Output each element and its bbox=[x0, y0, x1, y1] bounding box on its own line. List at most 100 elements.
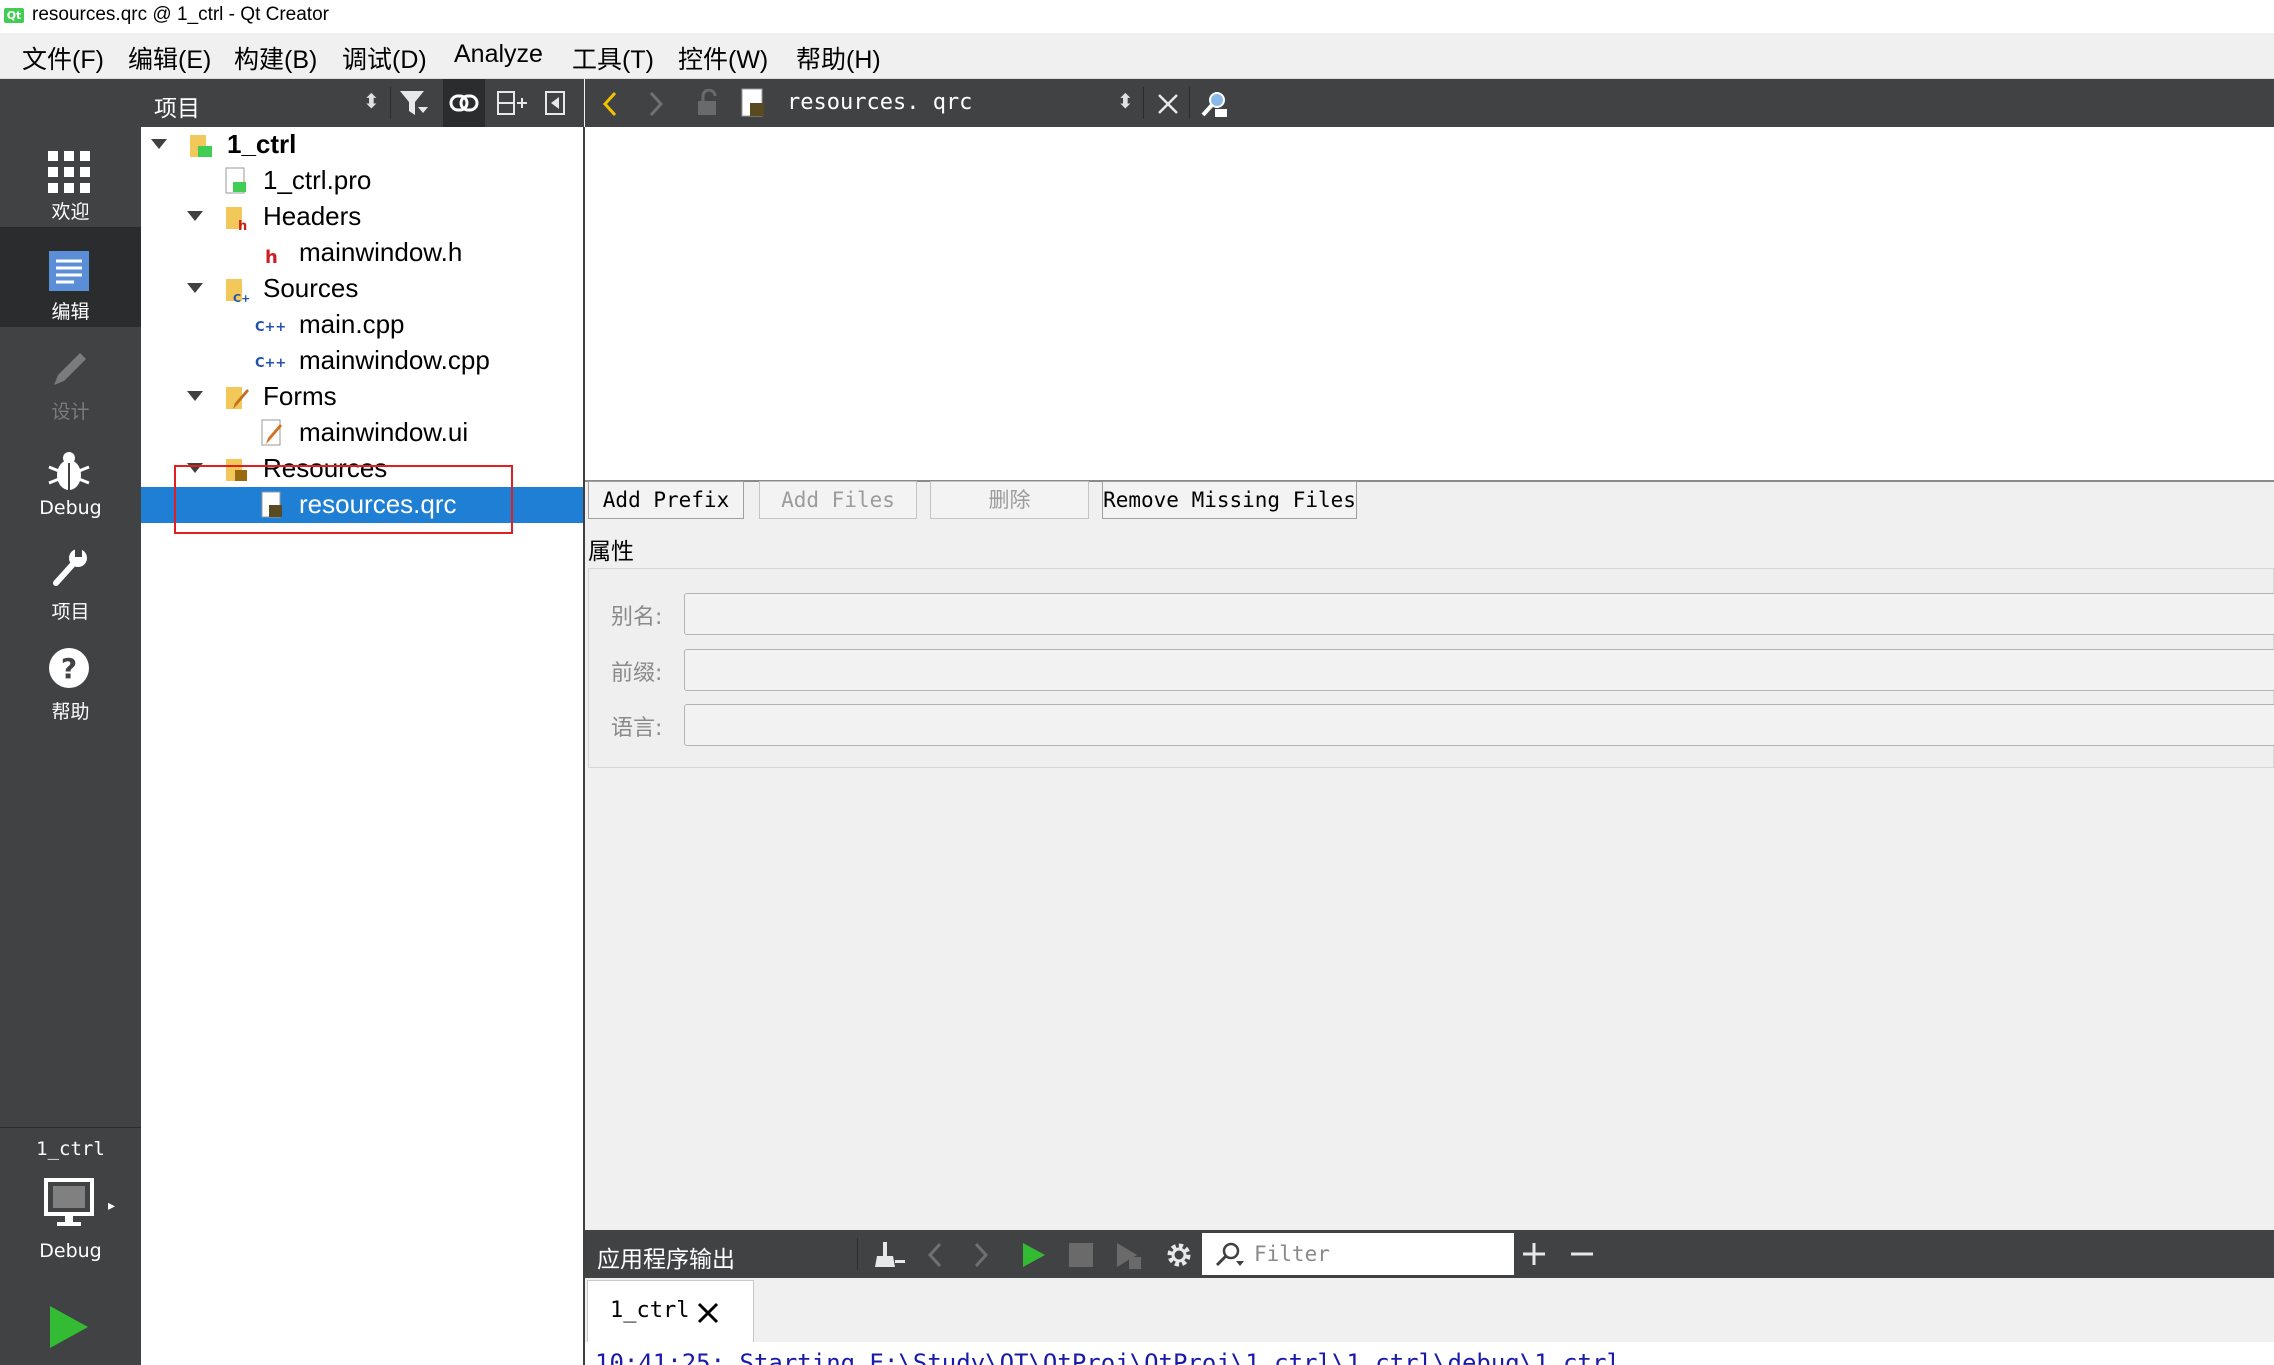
mode-welcome[interactable]: 欢迎 bbox=[0, 127, 141, 227]
forms-folder-icon bbox=[226, 387, 249, 409]
svg-text:h: h bbox=[265, 247, 278, 267]
kit-expand-arrow-icon: ▸ bbox=[108, 1198, 116, 1214]
cpp-file-icon: C++ bbox=[255, 356, 286, 371]
clear-output-broom-icon[interactable] bbox=[875, 1240, 905, 1270]
expanded-arrow-icon[interactable] bbox=[151, 139, 167, 149]
prefix-field[interactable] bbox=[684, 649, 2274, 691]
language-label: 语言: bbox=[611, 716, 663, 741]
monitor-icon bbox=[44, 1178, 94, 1226]
expanded-arrow-icon[interactable] bbox=[187, 211, 203, 221]
tree-item-pro-file[interactable]: 1_ctrl.pro bbox=[141, 163, 583, 199]
tree-label: Headers bbox=[263, 201, 362, 231]
language-field[interactable] bbox=[684, 704, 2274, 746]
tree-item-cpp-file[interactable]: C++ mainwindow.cpp bbox=[141, 343, 583, 379]
forward-arrow-icon[interactable] bbox=[647, 91, 665, 117]
menu-widgets[interactable]: 控件(W) bbox=[678, 40, 768, 76]
rerun-play-icon[interactable] bbox=[1021, 1242, 1047, 1268]
menu-analyze[interactable]: Analyze bbox=[454, 40, 543, 69]
tree-label: mainwindow.ui bbox=[299, 417, 469, 447]
svg-text:C++: C++ bbox=[255, 320, 286, 335]
close-tab-icon[interactable] bbox=[696, 1301, 720, 1325]
updown-selector-icon[interactable]: ⬍ bbox=[363, 89, 380, 113]
ui-form-file-icon bbox=[261, 419, 282, 446]
edit-document-icon bbox=[49, 251, 89, 291]
updown-selector-icon[interactable]: ⬍ bbox=[1117, 89, 1134, 113]
delete-button[interactable]: 删除 bbox=[930, 481, 1089, 519]
project-panel-title: 项目 bbox=[154, 96, 200, 122]
svg-text:C+: C+ bbox=[233, 292, 249, 303]
filter-icon[interactable] bbox=[400, 91, 428, 117]
window-title: resources.qrc @ 1_ctrl - Qt Creator bbox=[32, 4, 329, 25]
mode-debug[interactable]: Debug bbox=[0, 427, 141, 527]
tree-label: Sources bbox=[263, 273, 359, 303]
attach-debugger-icon[interactable] bbox=[1115, 1242, 1143, 1270]
qt-logo-icon: Qt bbox=[4, 8, 24, 23]
tree-label: mainwindow.cpp bbox=[299, 345, 490, 375]
toolbar-separator bbox=[1143, 87, 1144, 119]
zoom-out-minus-icon[interactable] bbox=[1569, 1241, 1595, 1267]
mode-label: 项目 bbox=[51, 601, 90, 623]
alias-field[interactable] bbox=[684, 593, 2274, 635]
alias-label: 别名: bbox=[611, 605, 663, 630]
svg-text:h: h bbox=[238, 219, 247, 231]
kit-selector[interactable]: ▸ bbox=[44, 1178, 115, 1234]
qt-project-folder-icon bbox=[190, 135, 212, 157]
properties-title: 属性 bbox=[588, 539, 634, 565]
run-button[interactable] bbox=[48, 1304, 90, 1354]
close-document-icon[interactable] bbox=[1157, 93, 1179, 115]
mode-label: 帮助 bbox=[51, 701, 90, 723]
menu-edit[interactable]: 编辑(E) bbox=[128, 40, 211, 76]
expanded-arrow-icon[interactable] bbox=[187, 391, 203, 401]
tree-item-forms[interactable]: Forms bbox=[141, 379, 583, 415]
next-item-arrow-icon[interactable] bbox=[973, 1242, 989, 1268]
debug-bug-icon bbox=[48, 452, 90, 490]
tree-item-ui-file[interactable]: mainwindow.ui bbox=[141, 415, 583, 451]
menu-help[interactable]: 帮助(H) bbox=[796, 40, 881, 76]
close-sidebar-icon[interactable] bbox=[545, 91, 569, 117]
remove-missing-files-button[interactable]: Remove Missing Files bbox=[1102, 481, 1357, 519]
tree-item-headers[interactable]: h Headers bbox=[141, 199, 583, 235]
open-document-name[interactable]: resources. qrc bbox=[787, 90, 972, 115]
mode-label: 编辑 bbox=[51, 301, 90, 323]
output-tab-1-ctrl[interactable]: 1_ctrl bbox=[587, 1280, 754, 1342]
prev-item-arrow-icon[interactable] bbox=[927, 1242, 943, 1268]
tree-item-project[interactable]: 1_ctrl bbox=[141, 127, 583, 163]
menu-tools[interactable]: 工具(T) bbox=[572, 40, 654, 76]
resource-tree-view[interactable] bbox=[585, 127, 2274, 482]
sources-folder-icon: C+ bbox=[226, 279, 249, 303]
mode-projects[interactable]: 项目 bbox=[0, 527, 141, 627]
menu-bar: 文件(F) 编辑(E) 构建(B) 调试(D) Analyze 工具(T) 控件… bbox=[0, 33, 2274, 79]
properties-group: 别名: 前缀: 语言: bbox=[588, 568, 2274, 768]
output-pane-title: 应用程序输出 bbox=[597, 1247, 735, 1273]
editor-empty-area bbox=[585, 768, 2274, 1230]
settings-gear-icon[interactable] bbox=[1165, 1241, 1193, 1269]
tree-label: 1_ctrl.pro bbox=[263, 165, 372, 195]
mode-edit[interactable]: 编辑 bbox=[0, 227, 141, 327]
tree-item-header-file[interactable]: h mainwindow.h bbox=[141, 235, 583, 271]
cpp-file-icon: C++ bbox=[255, 320, 286, 335]
add-prefix-button[interactable]: Add Prefix bbox=[588, 481, 744, 519]
application-output-text[interactable]: 10:41:25: Starting E:\Study\QT\QtProj\Qt… bbox=[585, 1342, 2274, 1365]
tree-label: 1_ctrl bbox=[227, 129, 297, 159]
expanded-arrow-icon[interactable] bbox=[187, 283, 203, 293]
add-files-button[interactable]: Add Files bbox=[759, 481, 917, 519]
kit-build-mode: Debug bbox=[39, 1240, 102, 1262]
back-arrow-icon[interactable] bbox=[601, 91, 619, 117]
help-question-icon: ? bbox=[49, 648, 89, 688]
menu-file[interactable]: 文件(F) bbox=[22, 40, 104, 76]
menu-build[interactable]: 构建(B) bbox=[234, 40, 317, 76]
zoom-in-plus-icon[interactable] bbox=[1521, 1241, 1547, 1267]
split-add-icon[interactable] bbox=[497, 91, 529, 117]
split-view-icon[interactable] bbox=[1199, 89, 1229, 119]
filter-input[interactable]: Filter bbox=[1202, 1233, 1514, 1275]
link-sync-icon bbox=[449, 94, 479, 112]
mode-design[interactable]: 设计 bbox=[0, 327, 141, 427]
menu-debug[interactable]: 调试(D) bbox=[342, 40, 427, 76]
tree-item-sources[interactable]: C+ Sources bbox=[141, 271, 583, 307]
sync-toggle[interactable] bbox=[443, 79, 485, 127]
stop-icon[interactable] bbox=[1069, 1243, 1093, 1267]
headers-folder-icon: h bbox=[226, 207, 247, 231]
tree-item-cpp-file[interactable]: C++ main.cpp bbox=[141, 307, 583, 343]
tree-label: Forms bbox=[263, 381, 337, 411]
mode-help[interactable]: ? 帮助 bbox=[0, 627, 141, 727]
